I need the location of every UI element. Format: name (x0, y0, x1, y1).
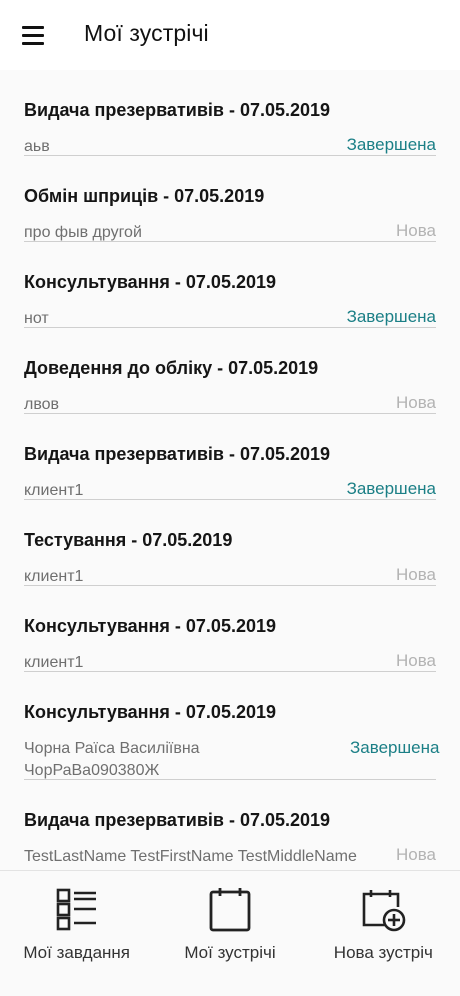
meeting-client: клиент1 (24, 654, 84, 671)
meeting-title: Консультування - 07.05.2019 (24, 702, 276, 722)
task-list-icon (56, 888, 96, 931)
meeting-status: Завершена (346, 307, 436, 326)
meeting-title: Доведення до обліку - 07.05.2019 (24, 358, 319, 378)
meeting-title: Видача презервативів - 07.05.2019 (24, 810, 331, 830)
meeting-list-item[interactable]: Тестування - 07.05.2019 клиент1 Нова (24, 500, 436, 586)
calendar-add-icon (363, 890, 406, 932)
nav-my-meetings[interactable]: Мої зустрічі (153, 871, 306, 980)
meeting-status: Нова (395, 651, 436, 670)
meeting-status: Нова (395, 221, 436, 240)
nav-label: Мої завдання (23, 943, 131, 962)
meeting-list-item[interactable]: Консультування - 07.05.2019 Чорна Раїса … (24, 672, 440, 780)
meeting-client: про фыв другой (24, 224, 142, 241)
meeting-client: Чорна Раїса Василіївна ЧорРаВа090380Ж (24, 740, 200, 779)
page-title: Мої зустрічі (84, 20, 209, 46)
meeting-status: Нова (395, 565, 436, 584)
meeting-title: Тестування - 07.05.2019 (24, 530, 233, 550)
meeting-list-item[interactable]: Видача презервативів - 07.05.2019 клиент… (24, 414, 436, 500)
meeting-status: Завершена (346, 135, 436, 154)
meeting-status: Завершена (350, 738, 440, 757)
bottom-navigation: Мої завдання Мої зустрічі Нова зустріч (0, 870, 460, 980)
meeting-client: лвов (24, 396, 60, 413)
meeting-status: Завершена (346, 479, 436, 498)
meeting-title: Видача презервативів - 07.05.2019 (24, 100, 331, 120)
nav-my-tasks[interactable]: Мої завдання (0, 871, 153, 980)
hamburger-menu-icon[interactable] (14, 16, 52, 54)
meeting-list-item[interactable]: Консультування - 07.05.2019 нот Завершен… (24, 242, 436, 328)
meeting-client: клиент1 (24, 482, 84, 499)
meeting-client: нот (24, 310, 49, 327)
meeting-status: Нова (395, 845, 436, 864)
meeting-list-item[interactable]: Обмін шприців - 07.05.2019 про фыв друго… (24, 156, 436, 242)
meeting-client: аьв (24, 138, 50, 155)
app-screen: Мої зустрічі Видача презервативів - 07.0… (0, 0, 460, 996)
meeting-title: Видача презервативів - 07.05.2019 (24, 444, 331, 464)
meeting-list-item[interactable]: Видача презервативів - 07.05.2019 TestLa… (24, 780, 436, 866)
nav-label: Мої зустрічі (184, 943, 276, 962)
meeting-client: TestLastName TestFirstName TestMiddleNam… (24, 848, 357, 865)
nav-label: Нова зустріч (333, 943, 433, 962)
meeting-client: клиент1 (24, 568, 84, 585)
meeting-title: Консультування - 07.05.2019 (24, 272, 276, 292)
meeting-title: Консультування - 07.05.2019 (24, 616, 276, 636)
calendar-icon (209, 888, 251, 932)
meeting-title: Обмін шприців - 07.05.2019 (24, 186, 265, 206)
meeting-list-item[interactable]: Доведення до обліку - 07.05.2019 лвов Но… (24, 328, 436, 414)
app-bar: Мої зустрічі (0, 0, 460, 70)
meetings-list[interactable]: Видача презервативів - 07.05.2019 аьв За… (0, 70, 460, 870)
nav-new-meeting[interactable]: Нова зустріч (307, 871, 460, 980)
meeting-list-item[interactable]: Консультування - 07.05.2019 клиент1 Нова (24, 586, 436, 672)
meeting-status: Нова (395, 393, 436, 412)
meeting-list-item[interactable]: Видача презервативів - 07.05.2019 аьв За… (24, 70, 436, 156)
